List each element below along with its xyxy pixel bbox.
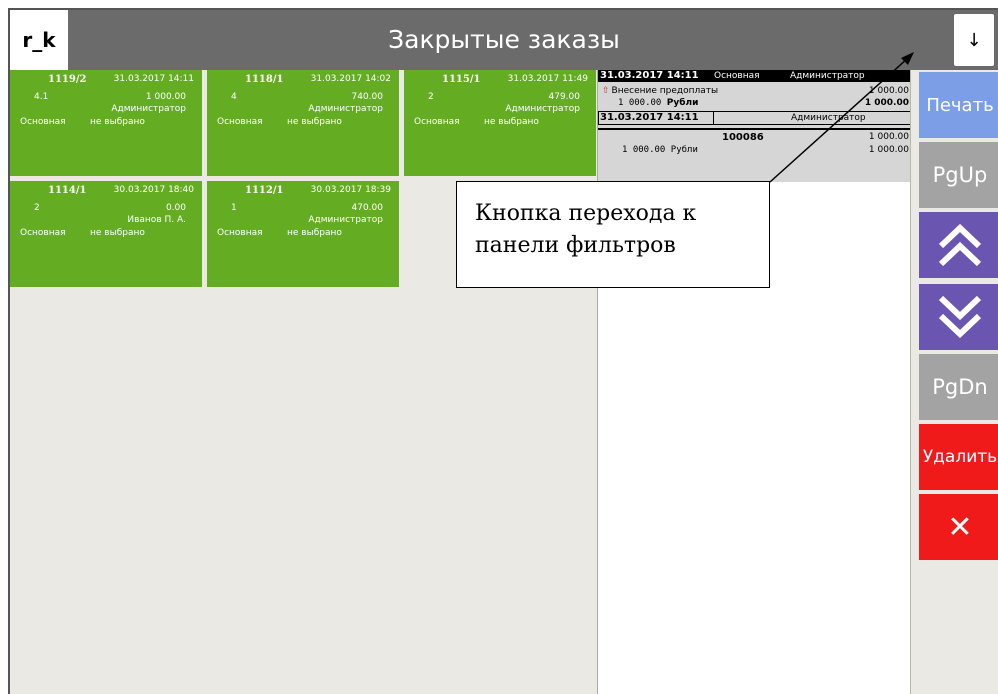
order-card[interactable]: 1114/1 30.03.2017 18:40 2 0.00 Иванов П.… bbox=[10, 181, 202, 287]
receipt-item-sum: 1 000.00 bbox=[618, 98, 662, 108]
receipt-item-amount: 1 000.00 bbox=[868, 86, 909, 96]
callout-box: Кнопка перехода к панели фильтров bbox=[456, 181, 770, 288]
order-datetime: 31.03.2017 14:11 bbox=[113, 74, 194, 84]
order-hall: Основная bbox=[20, 228, 66, 238]
callout-line-1: Кнопка перехода к bbox=[475, 201, 697, 226]
receipt-item-detail: 1 000.00 Рубли bbox=[618, 98, 698, 108]
order-hall: Основная bbox=[414, 117, 460, 127]
receipt-content: 31.03.2017 14:11 Основная Администратор … bbox=[598, 70, 911, 182]
order-datetime: 30.03.2017 18:40 bbox=[113, 185, 194, 195]
order-table: не выбрано bbox=[287, 117, 342, 127]
order-card[interactable]: 1115/1 31.03.2017 11:49 2 479.00 Админис… bbox=[404, 70, 596, 176]
page-up-button[interactable]: PgUp bbox=[919, 142, 998, 208]
order-guests: 2 bbox=[34, 203, 40, 213]
order-hall: Основная bbox=[217, 228, 263, 238]
close-button[interactable]: ✕ bbox=[919, 494, 998, 560]
receipt-code: 100086 bbox=[722, 132, 764, 143]
order-table: не выбрано bbox=[90, 117, 145, 127]
receipt-item-name: Внесение предоплаты bbox=[611, 86, 719, 96]
arrow-up-icon: ⇧ bbox=[602, 86, 610, 96]
header-bar: Закрытые заказы r_k ↓ bbox=[10, 10, 998, 70]
scroll-up-button[interactable] bbox=[919, 212, 998, 278]
order-guests: 2 bbox=[428, 92, 434, 102]
order-guests: 1 bbox=[231, 203, 237, 213]
divider bbox=[598, 128, 911, 130]
order-waiter: Администратор bbox=[505, 104, 580, 114]
close-icon: ✕ bbox=[947, 509, 973, 545]
callout-line-2: панели фильтров bbox=[475, 233, 676, 258]
double-chevron-up-icon bbox=[938, 223, 982, 267]
delete-button[interactable]: Удалить bbox=[919, 424, 998, 490]
receipt-user: Администратор bbox=[790, 71, 865, 81]
receipt-sub-datetime: 31.03.2017 14:11 bbox=[600, 112, 699, 123]
filter-panel-button[interactable]: ↓ bbox=[954, 14, 994, 66]
order-table: не выбрано bbox=[90, 228, 145, 238]
order-card[interactable]: 1119/2 31.03.2017 14:11 4.1 1 000.00 Адм… bbox=[10, 70, 202, 176]
page-title: Закрытые заказы bbox=[388, 25, 620, 54]
receipt-payment-total: 1 000.00 bbox=[868, 145, 909, 155]
receipt-item-currency: Рубли bbox=[666, 98, 699, 108]
double-chevron-down-icon bbox=[938, 295, 982, 339]
receipt-item-total: 1 000.00 bbox=[864, 98, 909, 108]
order-hall: Основная bbox=[217, 117, 263, 127]
order-waiter: Администратор bbox=[308, 104, 383, 114]
divider bbox=[713, 112, 714, 124]
order-number: 1112/1 bbox=[245, 185, 284, 196]
order-table: не выбрано bbox=[287, 228, 342, 238]
page-down-button[interactable]: PgDn bbox=[919, 354, 998, 420]
order-datetime: 31.03.2017 11:49 bbox=[507, 74, 588, 84]
order-number: 1114/1 bbox=[48, 185, 87, 196]
order-datetime: 30.03.2017 18:39 bbox=[310, 185, 391, 195]
order-amount: 470.00 bbox=[351, 203, 384, 213]
receipt-hall: Основная bbox=[714, 71, 760, 81]
action-sidebar: Печать PgUp PgDn Удалить ✕ bbox=[910, 70, 998, 694]
receipt-payment-amount: 1 000.00 bbox=[622, 145, 666, 155]
app-logo[interactable]: r_k bbox=[10, 10, 68, 70]
receipt-payment: 1 000.00 Рубли bbox=[622, 145, 698, 155]
receipt-datetime: 31.03.2017 14:11 bbox=[600, 70, 699, 81]
receipt-header: 31.03.2017 14:11 Основная Администратор bbox=[598, 70, 911, 82]
print-button[interactable]: Печать bbox=[919, 72, 998, 138]
receipt-subheader: 31.03.2017 14:11 Администратор bbox=[598, 111, 911, 125]
order-number: 1119/2 bbox=[48, 74, 87, 85]
order-waiter: Иванов П. А. bbox=[127, 215, 186, 225]
receipt-code-amount: 1 000.00 bbox=[868, 132, 909, 142]
order-card[interactable]: 1118/1 31.03.2017 14:02 4 740.00 Админис… bbox=[207, 70, 399, 176]
arrow-down-icon: ↓ bbox=[966, 29, 982, 51]
receipt-item: ⇧ Внесение предоплаты bbox=[602, 86, 718, 96]
order-waiter: Администратор bbox=[308, 215, 383, 225]
order-amount: 740.00 bbox=[351, 92, 384, 102]
order-waiter: Администратор bbox=[111, 104, 186, 114]
order-card[interactable]: 1112/1 30.03.2017 18:39 1 470.00 Админис… bbox=[207, 181, 399, 287]
order-amount: 0.00 bbox=[165, 203, 186, 213]
receipt-sub-user: Администратор bbox=[791, 113, 866, 123]
order-number: 1118/1 bbox=[245, 74, 284, 85]
order-number: 1115/1 bbox=[442, 74, 481, 85]
scroll-down-button[interactable] bbox=[919, 284, 998, 350]
order-table: не выбрано bbox=[484, 117, 539, 127]
receipt-panel[interactable]: 31.03.2017 14:11 Основная Администратор … bbox=[597, 70, 911, 694]
order-datetime: 31.03.2017 14:02 bbox=[310, 74, 391, 84]
receipt-payment-currency: Рубли bbox=[670, 145, 698, 155]
order-guests: 4 bbox=[231, 92, 237, 102]
order-amount: 479.00 bbox=[548, 92, 581, 102]
order-guests: 4.1 bbox=[34, 92, 49, 102]
order-amount: 1 000.00 bbox=[145, 92, 186, 102]
order-hall: Основная bbox=[20, 117, 66, 127]
